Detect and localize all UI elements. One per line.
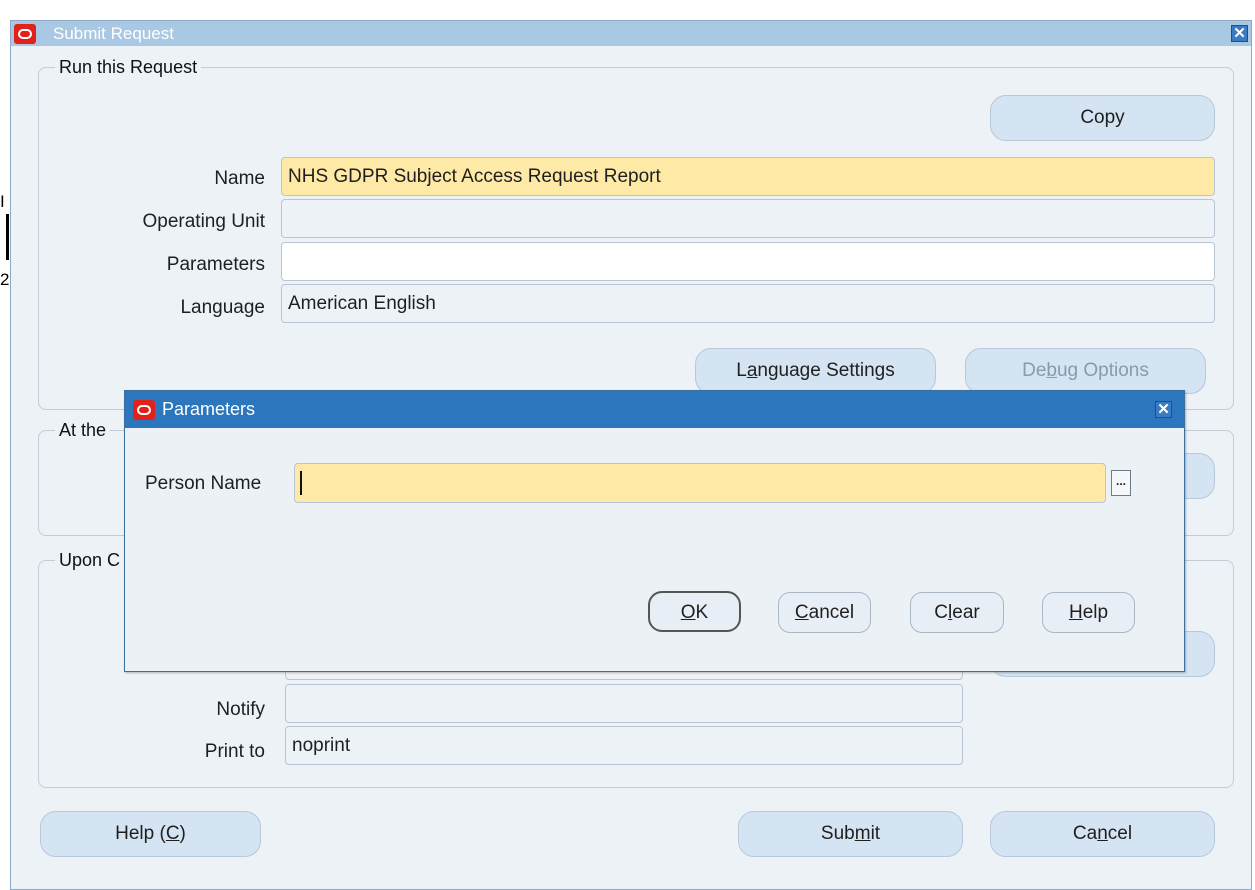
cancel-button[interactable]: Cancel xyxy=(990,811,1215,857)
copy-button[interactable]: Copy xyxy=(990,95,1215,141)
person-name-field[interactable] xyxy=(294,463,1106,503)
close-icon[interactable]: ✕ xyxy=(1155,401,1172,418)
background-text-fragment: 2 xyxy=(0,270,10,289)
parameters-dialog: Parameters ✕ Person Name ... OK Cancel C… xyxy=(124,390,1185,672)
parameters-field[interactable] xyxy=(281,242,1215,281)
help-button[interactable]: Help (C) xyxy=(40,811,261,857)
oracle-logo-icon xyxy=(14,24,36,44)
ok-button[interactable]: OK xyxy=(648,591,741,632)
text-cursor xyxy=(300,471,302,495)
parameters-label: Parameters xyxy=(166,254,265,275)
clear-button[interactable]: Clear xyxy=(910,592,1004,633)
language-field[interactable]: American English xyxy=(281,284,1215,323)
window-title: Submit Request xyxy=(53,24,174,43)
language-settings-button[interactable]: Language Settings xyxy=(695,348,936,394)
person-name-label: Person Name xyxy=(145,473,262,494)
operating-unit-field[interactable] xyxy=(281,199,1215,238)
completion-legend: Upon C xyxy=(55,550,125,571)
language-label: Language xyxy=(180,297,265,318)
oracle-logo-icon xyxy=(133,400,155,420)
notify-field[interactable] xyxy=(285,684,963,723)
run-request-legend: Run this Request xyxy=(55,57,202,78)
debug-options-button[interactable]: Debug Options xyxy=(965,348,1206,394)
background-text-fragment: I xyxy=(0,192,5,211)
submit-button[interactable]: Submit xyxy=(738,811,963,857)
print-to-field[interactable]: noprint xyxy=(285,726,963,765)
print-to-label: Print to xyxy=(204,741,265,762)
notify-label: Notify xyxy=(216,699,265,720)
dialog-title: Parameters xyxy=(162,399,256,419)
dialog-help-button[interactable]: Help xyxy=(1042,592,1135,633)
name-label: Name xyxy=(214,168,265,189)
close-icon[interactable]: ✕ xyxy=(1231,25,1248,42)
list-of-values-icon[interactable]: ... xyxy=(1111,470,1131,496)
window-title-bar[interactable]: Submit Request ✕ xyxy=(11,21,1251,46)
dialog-cancel-button[interactable]: Cancel xyxy=(778,592,871,633)
background-divider xyxy=(6,214,9,260)
dialog-title-bar[interactable]: Parameters ✕ xyxy=(125,391,1184,428)
schedule-legend: At the xyxy=(55,420,111,441)
name-field[interactable]: NHS GDPR Subject Access Request Report xyxy=(281,157,1215,196)
operating-unit-label: Operating Unit xyxy=(142,211,265,232)
